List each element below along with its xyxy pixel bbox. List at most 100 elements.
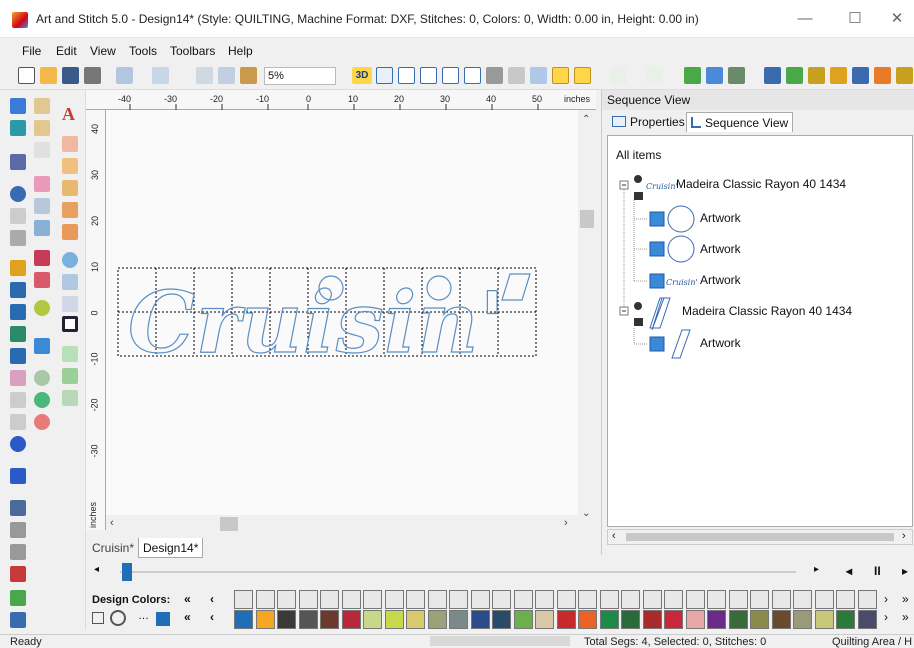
machine-icon[interactable] [486, 67, 503, 84]
hoop-icon[interactable] [442, 67, 459, 84]
hoop-select-icon[interactable] [92, 612, 104, 624]
bean-stitch-icon[interactable] [34, 120, 50, 136]
open-folder-icon[interactable] [40, 67, 57, 84]
color-swatch[interactable] [427, 610, 447, 629]
copy-icon[interactable] [218, 67, 235, 84]
color-swatch[interactable] [771, 590, 791, 609]
doc-tab-design14[interactable]: Design14* [138, 538, 204, 558]
grid-fill2-icon[interactable] [62, 368, 78, 384]
scroll-up-icon[interactable]: ⌃ [582, 114, 590, 125]
zoom-input[interactable]: 5% [264, 67, 336, 85]
print-icon[interactable] [84, 67, 101, 84]
color-swatch[interactable] [427, 590, 447, 609]
color-swatch[interactable] [492, 590, 511, 609]
select-item-icon[interactable] [574, 67, 591, 84]
color-swatch[interactable] [836, 590, 855, 609]
color-swatch[interactable] [685, 590, 705, 609]
undo-icon[interactable] [116, 67, 133, 84]
layers-icon[interactable] [874, 67, 891, 84]
color-swatch[interactable] [578, 590, 597, 609]
zoom-icon[interactable] [10, 186, 26, 202]
color-swatch[interactable] [664, 610, 683, 629]
paste-icon[interactable] [240, 67, 257, 84]
tree-artwork[interactable]: Artwork [700, 242, 741, 256]
select-group-icon[interactable] [552, 67, 569, 84]
play-icon[interactable]: ▸ [902, 564, 908, 578]
maximize-button[interactable]: ☐ [840, 8, 870, 30]
menu-file[interactable]: File [22, 44, 41, 58]
color-swatch[interactable] [255, 590, 275, 609]
node-icon[interactable] [10, 154, 26, 170]
cut-icon[interactable] [196, 67, 213, 84]
pattern-icon[interactable] [62, 296, 78, 312]
tree-hscroll[interactable]: ‹ › [607, 529, 913, 545]
color-swatch[interactable] [556, 590, 576, 609]
color-swatch[interactable] [793, 590, 812, 609]
color-swatch[interactable] [384, 610, 404, 629]
fill-grid-icon[interactable] [34, 198, 50, 214]
color-swatch[interactable] [363, 610, 382, 629]
thread-search-icon[interactable] [110, 610, 126, 626]
horizontal-scrollbar[interactable]: ‹ › [106, 515, 578, 533]
line-icon[interactable] [10, 282, 26, 298]
close-button[interactable]: ✕ [882, 8, 912, 30]
color-swatch[interactable] [578, 610, 597, 629]
color-swatch[interactable] [298, 610, 318, 629]
color-swatch[interactable] [728, 590, 748, 609]
color-swatch[interactable] [642, 590, 662, 609]
step-back-icon[interactable]: ◂ [846, 564, 852, 578]
menu-view[interactable]: View [90, 44, 116, 58]
color-swatch[interactable] [750, 590, 769, 609]
color-swatch[interactable] [771, 610, 791, 629]
color-swatch[interactable] [621, 590, 640, 609]
wave-fill-icon[interactable] [62, 224, 78, 240]
center-icon[interactable] [808, 67, 825, 84]
color-swatch[interactable] [234, 590, 253, 609]
color-swatch[interactable] [728, 610, 748, 629]
palette-next-icon[interactable]: › [884, 610, 888, 624]
color-swatch[interactable] [556, 610, 576, 629]
fill-pattern-icon[interactable] [34, 220, 50, 236]
sequence-tree[interactable]: All items Cruisin' Cruisin' Madeira Clas… [607, 135, 913, 527]
scroll-thumb[interactable] [580, 210, 594, 228]
design-text-outline[interactable]: Cruisin' [127, 272, 506, 372]
tab-properties[interactable]: Properties [610, 112, 689, 132]
palette-first-icon[interactable]: « [184, 592, 191, 606]
palette-prev-icon[interactable]: ‹ [210, 592, 214, 606]
scroll-left-icon[interactable]: ‹ [612, 530, 616, 542]
hand-pan-icon[interactable] [10, 208, 26, 224]
color-swatch[interactable] [513, 590, 533, 609]
split-icon[interactable] [10, 414, 26, 430]
wand2-icon[interactable] [10, 544, 26, 560]
color-swatch[interactable] [277, 610, 296, 629]
more-icon[interactable]: … [138, 610, 149, 622]
menu-tools[interactable]: Tools [129, 44, 157, 58]
tab-sequence-view[interactable]: Sequence View [686, 112, 794, 132]
scatter-icon[interactable] [786, 67, 803, 84]
heart-icon[interactable] [10, 590, 26, 606]
fill-orange-icon[interactable] [62, 136, 78, 152]
eraser-icon[interactable] [10, 392, 26, 408]
transform-icon[interactable] [896, 67, 913, 84]
circle-icon[interactable] [10, 436, 26, 452]
tree-artwork[interactable]: Artwork [700, 211, 741, 225]
menu-toolbars[interactable]: Toolbars [170, 44, 215, 58]
frame-icon[interactable] [420, 67, 437, 84]
freehand-icon[interactable] [10, 370, 26, 386]
timeline-track[interactable] [120, 571, 796, 573]
applique-icon[interactable] [34, 250, 50, 266]
hscroll-thumb[interactable] [220, 517, 238, 531]
flip-icon[interactable] [706, 67, 723, 84]
pencil-icon[interactable] [10, 260, 26, 276]
color-swatch[interactable] [599, 610, 619, 629]
thread-icon[interactable] [10, 612, 26, 628]
color-swatch[interactable] [857, 610, 877, 629]
color-swatch[interactable] [793, 610, 812, 629]
color-swatch[interactable] [535, 610, 554, 629]
concentric-icon[interactable] [34, 392, 50, 408]
doc-tab-cruisin[interactable]: Cruisin* [88, 538, 138, 558]
order-icon[interactable] [852, 67, 869, 84]
color-swatch[interactable] [621, 610, 640, 629]
menu-edit[interactable]: Edit [56, 44, 77, 58]
tree-group-1[interactable]: Madeira Classic Rayon 40 1434 [676, 177, 846, 191]
